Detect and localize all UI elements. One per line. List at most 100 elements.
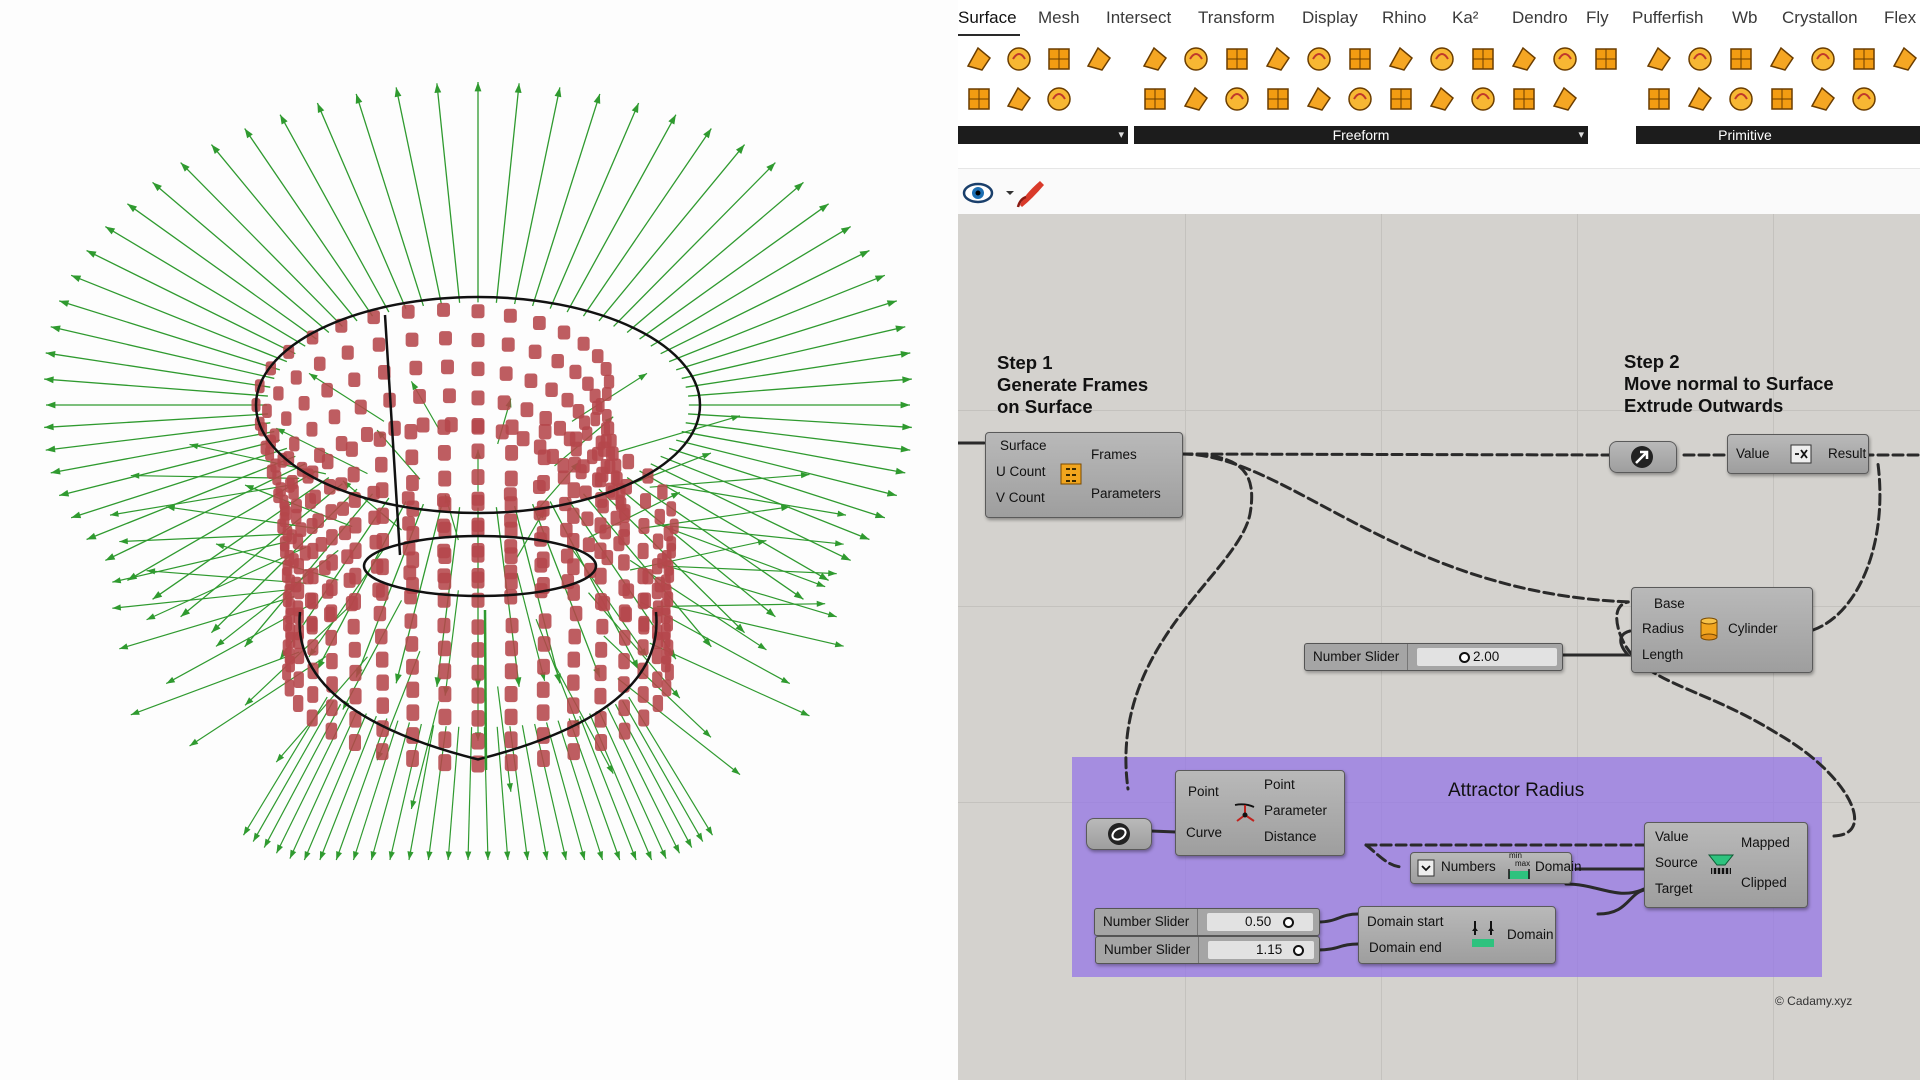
toolbar-component-icon[interactable] (1808, 44, 1838, 74)
input-length[interactable]: Length (1642, 647, 1683, 662)
toolbar-component-icon[interactable] (1140, 84, 1170, 114)
curve-parameter[interactable] (1086, 818, 1152, 850)
input-radius[interactable]: Radius (1642, 621, 1684, 636)
slider-knob[interactable] (1283, 917, 1294, 928)
toolbar-component-icon[interactable] (1386, 84, 1416, 114)
number-slider-domain-start[interactable]: Number Slider 0.50 (1094, 908, 1320, 936)
output-frames[interactable]: Frames (1091, 447, 1137, 462)
output-clipped[interactable]: Clipped (1741, 875, 1787, 890)
toolbar-component-icon[interactable] (1304, 44, 1334, 74)
toolbar-component-icon[interactable] (1345, 84, 1375, 114)
output-mapped[interactable]: Mapped (1741, 835, 1790, 850)
output-cylinder[interactable]: Cylinder (1728, 621, 1778, 636)
toolbar-component-icon[interactable] (964, 84, 994, 114)
toolbar-component-icon[interactable] (1849, 44, 1879, 74)
tab-dendro[interactable]: Dendro (1512, 8, 1568, 28)
slider-knob[interactable] (1293, 945, 1304, 956)
toolbar-component-icon[interactable] (1263, 84, 1293, 114)
toolbar-component-icon[interactable] (1550, 44, 1580, 74)
toolbar-component-icon[interactable] (1685, 84, 1715, 114)
tab-wb[interactable]: Wb (1732, 8, 1758, 28)
toolbar-component-icon[interactable] (1004, 44, 1034, 74)
toolbar-component-icon[interactable] (1509, 84, 1539, 114)
toolbar-component-icon[interactable] (1181, 44, 1211, 74)
construct-domain-component[interactable]: Domain start Domain end Domain (1358, 906, 1556, 964)
tab-pufferfish[interactable]: Pufferfish (1632, 8, 1704, 28)
toolbar-component-icon[interactable] (964, 44, 994, 74)
toolbar-component-icon[interactable] (1427, 84, 1457, 114)
toolbar-component-icon[interactable] (1304, 84, 1334, 114)
input-v-count[interactable]: V Count (996, 490, 1045, 505)
tab-rhino[interactable]: Rhino (1382, 8, 1426, 28)
toolbar-component-icon[interactable] (1181, 84, 1211, 114)
toolbar-component-icon[interactable] (1468, 84, 1498, 114)
input-target[interactable]: Target (1655, 881, 1693, 896)
output-result[interactable]: Result (1828, 446, 1866, 461)
toolbar-component-icon[interactable] (1222, 84, 1252, 114)
input-base[interactable]: Base (1654, 596, 1685, 611)
input-value[interactable]: Value (1655, 829, 1689, 844)
tab-flex[interactable]: Flex (1884, 8, 1916, 28)
tab-display[interactable]: Display (1302, 8, 1358, 28)
input-domain-start[interactable]: Domain start (1367, 914, 1444, 929)
freeform-group-label[interactable]: Freeform ▾ (1134, 126, 1588, 144)
input-domain-end[interactable]: Domain end (1369, 940, 1442, 955)
output-domain[interactable]: Domain (1535, 859, 1582, 874)
surface-frames-component[interactable]: Surface U Count V Count Frames Parameter… (985, 432, 1183, 518)
toolbar-component-icon[interactable] (1726, 84, 1756, 114)
bounds-component[interactable]: Numbers min max Domain (1410, 852, 1582, 884)
input-point[interactable]: Point (1188, 784, 1219, 799)
toolbar-component-icon[interactable] (1222, 44, 1252, 74)
toolbar-component-icon[interactable] (1084, 44, 1114, 74)
toolbar-component-icon[interactable] (1044, 84, 1074, 114)
toolbar-component-icon[interactable] (1140, 44, 1170, 74)
toolbar-component-icon[interactable] (1591, 44, 1621, 74)
toolbar-component-icon[interactable] (1685, 44, 1715, 74)
slider-knob[interactable] (1459, 652, 1470, 663)
toolbar-component-icon[interactable] (1427, 44, 1457, 74)
input-u-count[interactable]: U Count (996, 464, 1046, 479)
tab-fly[interactable]: Fly (1586, 8, 1609, 28)
amplitude-component[interactable]: Value Result (1727, 434, 1869, 474)
unit-vector-component[interactable] (1609, 441, 1677, 473)
toolbar-component-icon[interactable] (1345, 44, 1375, 74)
toolbar-component-icon[interactable] (1644, 84, 1674, 114)
toolbar-component-icon[interactable] (1386, 44, 1416, 74)
output-parameters[interactable]: Parameters (1091, 486, 1161, 501)
number-slider-domain-end[interactable]: Number Slider 1.15 (1095, 936, 1320, 964)
toolbar-component-icon[interactable] (1550, 84, 1580, 114)
rhino-viewport[interactable] (0, 0, 958, 1080)
toolbar-component-icon[interactable] (1849, 84, 1879, 114)
remap-numbers-component[interactable]: Value Source Target Mapped Clipped (1644, 822, 1808, 908)
toolbar-component-icon[interactable] (1890, 44, 1920, 74)
cylinder-component[interactable]: Base Radius Length Cylinder (1631, 587, 1813, 673)
output-distance[interactable]: Distance (1264, 829, 1317, 844)
input-curve[interactable]: Curve (1186, 825, 1222, 840)
sketch-pen-icon[interactable] (1014, 175, 1050, 211)
output-domain[interactable]: Domain (1507, 927, 1554, 942)
tab-intersect[interactable]: Intersect (1106, 8, 1171, 28)
toolbar-component-icon[interactable] (1808, 84, 1838, 114)
tab-mesh[interactable]: Mesh (1038, 8, 1080, 28)
tab-surface[interactable]: Surface (958, 8, 1017, 28)
toolbar-component-icon[interactable] (1468, 44, 1498, 74)
toolbar-component-icon[interactable] (1767, 84, 1797, 114)
tab-transform[interactable]: Transform (1198, 8, 1275, 28)
toolbar-component-icon[interactable] (1509, 44, 1539, 74)
toolbar-component-icon[interactable] (1726, 44, 1756, 74)
number-slider-length[interactable]: Number Slider 2.00 (1304, 643, 1563, 671)
toolbar-component-icon[interactable] (1767, 44, 1797, 74)
curve-closest-point-component[interactable]: Point Curve Point Parameter Distance (1175, 770, 1345, 856)
output-point[interactable]: Point (1264, 777, 1295, 792)
toolbar-component-icon[interactable] (1263, 44, 1293, 74)
toolbar-component-icon[interactable] (1044, 44, 1074, 74)
input-source[interactable]: Source (1655, 855, 1698, 870)
toolbar-component-icon[interactable] (1004, 84, 1034, 114)
input-surface[interactable]: Surface (1000, 438, 1047, 453)
input-numbers[interactable]: Numbers (1441, 859, 1496, 874)
primitive-group-label[interactable]: Primitive (1636, 126, 1920, 144)
tab-crystallon[interactable]: Crystallon (1782, 8, 1858, 28)
tab-ka2[interactable]: Ka² (1452, 8, 1478, 28)
toolbar-component-icon[interactable] (1644, 44, 1674, 74)
output-parameter[interactable]: Parameter (1264, 803, 1327, 818)
